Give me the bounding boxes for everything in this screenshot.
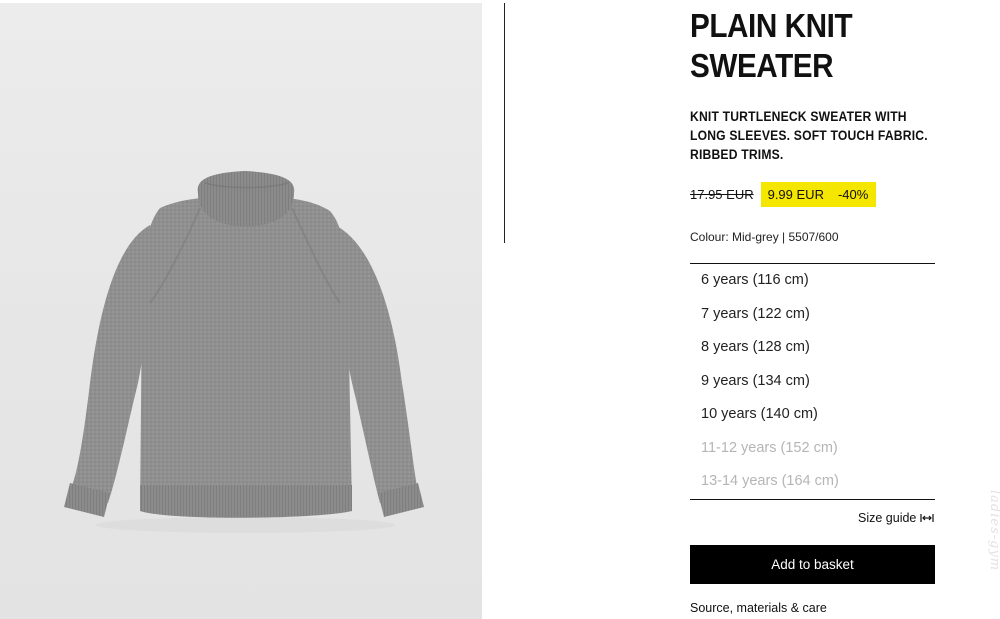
ruler-arrows-icon [920, 514, 934, 522]
size-guide-label: Size guide [858, 511, 917, 525]
sale-price: 9.99 EUR [767, 187, 824, 202]
product-description: KNIT TURTLENECK SWEATER WITH LONG SLEEVE… [690, 109, 928, 162]
sale-price-badge: 9.99 EUR -40% [760, 182, 877, 207]
size-guide-link[interactable]: Size guide [858, 511, 934, 525]
size-option[interactable]: 7 years (122 cm) [690, 298, 935, 332]
colour-reference: Colour: Mid-grey | 5507/600 [690, 230, 839, 244]
size-option[interactable]: 10 years (140 cm) [690, 398, 935, 432]
add-to-basket-button[interactable]: Add to basket [690, 545, 935, 584]
size-selector: 6 years (116 cm) 7 years (122 cm) 8 year… [690, 263, 935, 500]
size-option-unavailable[interactable]: 11-12 years (152 cm) [690, 432, 935, 466]
source-materials-care-link[interactable]: Source, materials & care [690, 601, 827, 615]
sweater-illustration [64, 171, 424, 533]
original-price: 17.95 EUR [690, 187, 754, 202]
size-option[interactable]: 8 years (128 cm) [690, 331, 935, 365]
vertical-divider [504, 3, 505, 243]
discount-percent: -40% [837, 187, 869, 202]
product-image[interactable] [0, 3, 482, 619]
product-title: PLAIN KNIT SWEATER [690, 7, 853, 84]
price-row: 17.95 EUR 9.99 EUR -40% [690, 182, 877, 207]
size-option[interactable]: 9 years (134 cm) [690, 365, 935, 399]
size-option-unavailable[interactable]: 13-14 years (164 cm) [690, 465, 935, 499]
watermark: ladies-gym [987, 490, 1000, 572]
size-option[interactable]: 6 years (116 cm) [690, 264, 935, 298]
